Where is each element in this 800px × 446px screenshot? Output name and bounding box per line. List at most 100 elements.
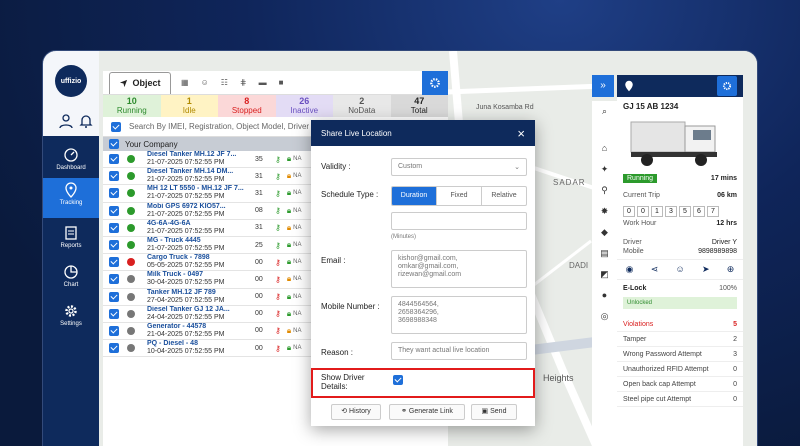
modal-header: Share Live Location × [311,120,535,146]
status-nodata[interactable]: 2 NoData [333,95,391,117]
vehicle-speed: 00 [255,327,263,335]
minutes-hint: (Minutes) [391,234,417,240]
company-checkbox[interactable] [109,139,119,149]
share-icon[interactable]: ⋖ [651,264,659,275]
vehicle-info[interactable]: MH 12 LT 5550 - MH.12 JF 7... 21-07-2025 … [147,185,247,201]
close-icon[interactable]: × [517,127,525,140]
row-checkbox[interactable] [109,154,119,165]
zoom-icon[interactable]: ⊕ [727,264,735,275]
ruler-icon[interactable]: ◩ [592,264,617,285]
vehicle-info[interactable]: Cargo Truck - 7898 05-05-2025 07:52:55 PM [147,254,247,270]
crosshair-icon[interactable]: ◎ [592,306,617,327]
status-running[interactable]: 10 Running [103,95,161,117]
row-checkbox[interactable] [109,205,119,216]
vehicle-info[interactable]: Diesel Tanker GJ 12 JA... 24-04-2025 07:5… [147,306,247,322]
driver-icon[interactable]: ☺ [201,78,209,87]
search-icon[interactable]: ⌕ [592,101,617,122]
pin-icon[interactable]: ✦ [592,159,617,180]
generate-link-button[interactable]: ⚭ Generate Link [389,404,465,420]
status-inactive[interactable]: 26 Inactive [275,95,333,117]
vehicle-info[interactable]: Diesel Tanker MH.12 JF 7... 21-07-2025 07… [147,151,247,167]
row-checkbox[interactable] [109,308,119,319]
sidebar-item-label: Tracking [59,200,83,206]
sidebar-item-chart[interactable]: Chart [43,260,99,300]
bell-icon[interactable] [78,113,94,129]
driver-icon[interactable]: ☺ [676,264,685,275]
vehicle-info[interactable]: 4G-6A-4G-6A 21-07-2025 07:52:55 PM [147,220,247,236]
vehicle-info[interactable]: Tanker MH.12 JF 789 27-04-2025 07:52:55 P… [147,289,247,305]
home-icon[interactable]: ⌂ [592,138,617,159]
route-icon[interactable]: ⋕ [240,78,247,87]
search-input[interactable]: Search By IMEI, Registration, Object Mod… [129,122,309,131]
tab-object[interactable]: Object [109,71,171,94]
truck-icon[interactable]: ▬ [259,78,267,87]
link-icon: ⚭ [401,408,407,415]
schedule-fixed[interactable]: Fixed [436,187,481,205]
gear-icon[interactable] [717,76,737,96]
schedule-relative[interactable]: Relative [481,187,526,205]
sidebar-item-settings[interactable]: Settings [43,299,99,339]
row-checkbox[interactable] [109,222,119,233]
tag-icon[interactable]: ◆ [592,222,617,243]
row-checkbox[interactable] [109,188,119,199]
share-icon[interactable]: ⚲ [592,180,617,201]
layers-icon[interactable]: ▤ [592,243,617,264]
vehicle-info[interactable]: Mobi GPS 6972 KIO57... 21-07-2025 07:52:5… [147,203,247,219]
schedule-duration[interactable]: Duration [392,187,436,205]
sidebar-item-dashboard[interactable]: Dashboard [43,143,99,183]
status-stopped[interactable]: 8 Stopped [218,95,276,117]
elock-row: Steel pipe cut Attempt 0 [617,392,743,407]
vehicle-info[interactable]: PQ - Diesel - 48 10-04-2025 07:52:55 PM [147,340,247,356]
expand-button[interactable]: » [592,75,614,97]
mobile-field[interactable]: 4844564564, 2658364296, 3698988348 [391,296,527,334]
camera-icon[interactable]: ■ [279,78,284,87]
calendar-icon[interactable]: ▦ [181,78,189,87]
status-total[interactable]: 47 Total [390,95,448,117]
sidebar-item-tracking[interactable]: Tracking [43,178,99,218]
status-dot [127,275,135,284]
navigate-icon[interactable]: ➤ [702,264,710,275]
row-checkbox[interactable] [109,325,119,336]
lock-icon: 🔒︎ [286,205,292,215]
vehicle-name: Tanker MH.12 JF 789 [147,288,216,296]
pie-chart-icon [64,265,78,279]
status-dot [127,292,135,301]
satellite-icon[interactable]: ✸ [592,201,617,222]
panel-tabbar: Object ▦ ☺ ☷ ⋕ ▬ ■ [103,71,448,95]
vehicle-info[interactable]: Generator - 44578 21-04-2025 07:52:55 PM [147,323,247,339]
history-button[interactable]: ⟲ History [331,404,381,420]
panel-settings-button[interactable] [422,71,448,95]
user-icon[interactable] [58,113,74,129]
vehicle-speed: 31 [255,189,263,197]
na-label: NA [293,259,302,266]
show-driver-checkbox[interactable] [393,375,403,385]
select-all-checkbox[interactable] [111,121,121,132]
row-checkbox[interactable] [109,274,119,285]
eye-icon[interactable]: ◉ [626,264,634,275]
vehicle-time: 21-07-2025 07:52:55 PM [147,210,225,218]
status-idle[interactable]: 1 Idle [160,95,218,117]
validity-select[interactable]: Custom ⌄ [391,158,527,176]
vehicle-info[interactable]: Milk Truck - 0497 30-04-2025 07:52:55 PM [147,271,247,287]
group-icon[interactable]: ☷ [221,78,228,87]
email-field[interactable]: kishor@gmail.com, omkar@gmail.com, rizew… [391,250,527,288]
app-logo[interactable]: uffizio [55,65,87,97]
driver-value: Driver Y [711,239,737,246]
duration-input[interactable] [391,212,527,230]
row-checkbox[interactable] [109,240,119,251]
vehicle-time: 21-04-2025 07:52:55 PM [147,330,225,338]
elock-row-value: 0 [733,381,737,388]
send-button[interactable]: ▣ Send [471,404,517,420]
odometer-digit: 0 [637,206,649,217]
status-duration: 17 mins [710,175,737,182]
row-checkbox[interactable] [109,257,119,268]
row-checkbox[interactable] [109,343,119,354]
row-checkbox[interactable] [109,291,119,302]
vehicle-info[interactable]: Diesel Tanker MH.14 DM... 21-07-2025 07:5… [147,168,247,184]
location-icon[interactable]: ● [592,285,617,306]
reason-field[interactable]: They want actual live location [391,342,527,360]
vehicle-name: MG - Truck 4445 [147,237,201,245]
sidebar-item-reports[interactable]: Reports [43,221,99,261]
row-checkbox[interactable] [109,171,119,182]
vehicle-info[interactable]: MG - Truck 4445 21-07-2025 07:52:55 PM [147,237,247,253]
